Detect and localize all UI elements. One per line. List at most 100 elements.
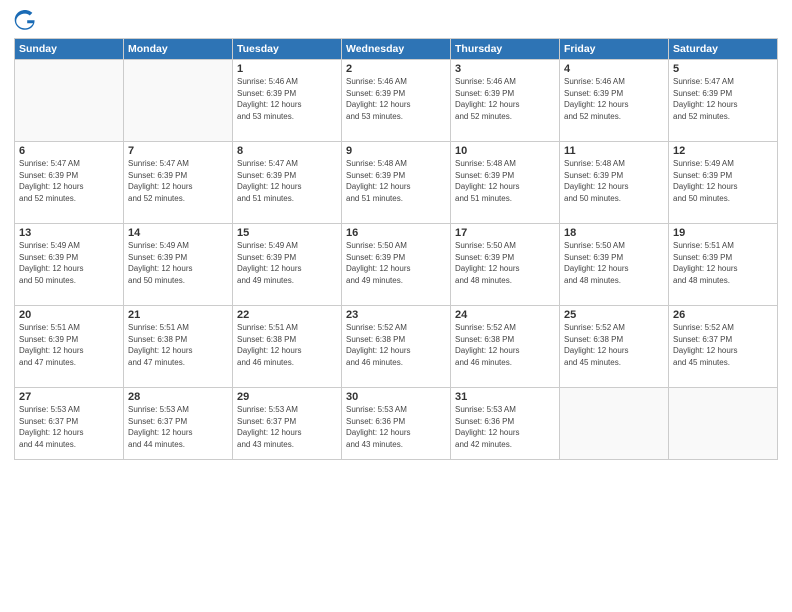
day-info: Sunrise: 5:48 AM Sunset: 6:39 PM Dayligh… xyxy=(564,158,664,204)
calendar-cell: 13Sunrise: 5:49 AM Sunset: 6:39 PM Dayli… xyxy=(15,224,124,306)
calendar-cell: 10Sunrise: 5:48 AM Sunset: 6:39 PM Dayli… xyxy=(451,142,560,224)
calendar-cell xyxy=(124,60,233,142)
calendar-cell: 12Sunrise: 5:49 AM Sunset: 6:39 PM Dayli… xyxy=(669,142,778,224)
day-info: Sunrise: 5:51 AM Sunset: 6:38 PM Dayligh… xyxy=(237,322,337,368)
day-info: Sunrise: 5:47 AM Sunset: 6:39 PM Dayligh… xyxy=(237,158,337,204)
calendar-cell: 19Sunrise: 5:51 AM Sunset: 6:39 PM Dayli… xyxy=(669,224,778,306)
day-info: Sunrise: 5:47 AM Sunset: 6:39 PM Dayligh… xyxy=(19,158,119,204)
week-row-1: 1 Sunrise: 5:46 AM Sunset: 6:39 PM Daylig… xyxy=(15,60,778,142)
day-info: Sunrise: 5:49 AM Sunset: 6:39 PM Dayligh… xyxy=(19,240,119,286)
day-info: Sunrise: 5:49 AM Sunset: 6:39 PM Dayligh… xyxy=(237,240,337,286)
day-number: 13 xyxy=(19,227,119,239)
day-info: Sunrise: 5:52 AM Sunset: 6:38 PM Dayligh… xyxy=(455,322,555,368)
day-info: Sunrise: 5:53 AM Sunset: 6:36 PM Dayligh… xyxy=(346,404,446,450)
calendar: SundayMondayTuesdayWednesdayThursdayFrid… xyxy=(14,38,778,460)
calendar-cell: 28Sunrise: 5:53 AM Sunset: 6:37 PM Dayli… xyxy=(124,388,233,460)
day-info: Sunrise: 5:46 AM Sunset: 6:39 PM Dayligh… xyxy=(346,76,446,122)
calendar-cell: 1Sunrise: 5:46 AM Sunset: 6:39 PM Daylig… xyxy=(233,60,342,142)
day-info: Sunrise: 5:53 AM Sunset: 6:37 PM Dayligh… xyxy=(19,404,119,450)
weekday-header-row: SundayMondayTuesdayWednesdayThursdayFrid… xyxy=(15,39,778,60)
day-info: Sunrise: 5:50 AM Sunset: 6:39 PM Dayligh… xyxy=(564,240,664,286)
day-info: Sunrise: 5:52 AM Sunset: 6:37 PM Dayligh… xyxy=(673,322,773,368)
day-number: 9 xyxy=(346,145,446,157)
calendar-cell: 11Sunrise: 5:48 AM Sunset: 6:39 PM Dayli… xyxy=(560,142,669,224)
day-number: 21 xyxy=(128,309,228,321)
day-number: 3 xyxy=(455,63,555,75)
day-number: 12 xyxy=(673,145,773,157)
calendar-cell: 26Sunrise: 5:52 AM Sunset: 6:37 PM Dayli… xyxy=(669,306,778,388)
weekday-header-friday: Friday xyxy=(560,39,669,60)
day-info: Sunrise: 5:46 AM Sunset: 6:39 PM Dayligh… xyxy=(455,76,555,122)
day-number: 23 xyxy=(346,309,446,321)
day-info: Sunrise: 5:49 AM Sunset: 6:39 PM Dayligh… xyxy=(128,240,228,286)
logo-icon xyxy=(14,10,36,32)
day-info: Sunrise: 5:47 AM Sunset: 6:39 PM Dayligh… xyxy=(673,76,773,122)
calendar-cell xyxy=(669,388,778,460)
calendar-cell: 2Sunrise: 5:46 AM Sunset: 6:39 PM Daylig… xyxy=(342,60,451,142)
day-number: 29 xyxy=(237,391,337,403)
day-number: 8 xyxy=(237,145,337,157)
day-number: 22 xyxy=(237,309,337,321)
weekday-header-saturday: Saturday xyxy=(669,39,778,60)
day-info: Sunrise: 5:52 AM Sunset: 6:38 PM Dayligh… xyxy=(346,322,446,368)
day-number: 17 xyxy=(455,227,555,239)
calendar-cell: 31Sunrise: 5:53 AM Sunset: 6:36 PM Dayli… xyxy=(451,388,560,460)
calendar-cell: 29Sunrise: 5:53 AM Sunset: 6:37 PM Dayli… xyxy=(233,388,342,460)
day-info: Sunrise: 5:49 AM Sunset: 6:39 PM Dayligh… xyxy=(673,158,773,204)
calendar-cell: 6Sunrise: 5:47 AM Sunset: 6:39 PM Daylig… xyxy=(15,142,124,224)
logo xyxy=(14,10,40,32)
weekday-header-tuesday: Tuesday xyxy=(233,39,342,60)
day-number: 11 xyxy=(564,145,664,157)
day-number: 30 xyxy=(346,391,446,403)
calendar-cell: 17Sunrise: 5:50 AM Sunset: 6:39 PM Dayli… xyxy=(451,224,560,306)
calendar-cell: 30Sunrise: 5:53 AM Sunset: 6:36 PM Dayli… xyxy=(342,388,451,460)
calendar-cell xyxy=(560,388,669,460)
day-info: Sunrise: 5:46 AM Sunset: 6:39 PM Dayligh… xyxy=(564,76,664,122)
calendar-cell: 8Sunrise: 5:47 AM Sunset: 6:39 PM Daylig… xyxy=(233,142,342,224)
day-info: Sunrise: 5:48 AM Sunset: 6:39 PM Dayligh… xyxy=(455,158,555,204)
day-info: Sunrise: 5:51 AM Sunset: 6:38 PM Dayligh… xyxy=(128,322,228,368)
calendar-cell: 5Sunrise: 5:47 AM Sunset: 6:39 PM Daylig… xyxy=(669,60,778,142)
calendar-cell xyxy=(15,60,124,142)
day-number: 24 xyxy=(455,309,555,321)
calendar-cell: 24Sunrise: 5:52 AM Sunset: 6:38 PM Dayli… xyxy=(451,306,560,388)
day-number: 31 xyxy=(455,391,555,403)
calendar-cell: 18Sunrise: 5:50 AM Sunset: 6:39 PM Dayli… xyxy=(560,224,669,306)
day-info: Sunrise: 5:51 AM Sunset: 6:39 PM Dayligh… xyxy=(673,240,773,286)
calendar-cell: 7Sunrise: 5:47 AM Sunset: 6:39 PM Daylig… xyxy=(124,142,233,224)
day-number: 16 xyxy=(346,227,446,239)
calendar-cell: 21Sunrise: 5:51 AM Sunset: 6:38 PM Dayli… xyxy=(124,306,233,388)
calendar-cell: 25Sunrise: 5:52 AM Sunset: 6:38 PM Dayli… xyxy=(560,306,669,388)
calendar-cell: 23Sunrise: 5:52 AM Sunset: 6:38 PM Dayli… xyxy=(342,306,451,388)
day-number: 20 xyxy=(19,309,119,321)
week-row-4: 20Sunrise: 5:51 AM Sunset: 6:39 PM Dayli… xyxy=(15,306,778,388)
day-info: Sunrise: 5:50 AM Sunset: 6:39 PM Dayligh… xyxy=(455,240,555,286)
weekday-header-thursday: Thursday xyxy=(451,39,560,60)
day-number: 1 xyxy=(237,63,337,75)
day-number: 2 xyxy=(346,63,446,75)
day-info: Sunrise: 5:52 AM Sunset: 6:38 PM Dayligh… xyxy=(564,322,664,368)
day-number: 18 xyxy=(564,227,664,239)
weekday-header-monday: Monday xyxy=(124,39,233,60)
day-number: 19 xyxy=(673,227,773,239)
calendar-cell: 14Sunrise: 5:49 AM Sunset: 6:39 PM Dayli… xyxy=(124,224,233,306)
day-number: 6 xyxy=(19,145,119,157)
calendar-cell: 3Sunrise: 5:46 AM Sunset: 6:39 PM Daylig… xyxy=(451,60,560,142)
day-info: Sunrise: 5:53 AM Sunset: 6:36 PM Dayligh… xyxy=(455,404,555,450)
week-row-3: 13Sunrise: 5:49 AM Sunset: 6:39 PM Dayli… xyxy=(15,224,778,306)
day-number: 4 xyxy=(564,63,664,75)
week-row-5: 27Sunrise: 5:53 AM Sunset: 6:37 PM Dayli… xyxy=(15,388,778,460)
calendar-cell: 15Sunrise: 5:49 AM Sunset: 6:39 PM Dayli… xyxy=(233,224,342,306)
day-info: Sunrise: 5:53 AM Sunset: 6:37 PM Dayligh… xyxy=(237,404,337,450)
weekday-header-wednesday: Wednesday xyxy=(342,39,451,60)
week-row-2: 6Sunrise: 5:47 AM Sunset: 6:39 PM Daylig… xyxy=(15,142,778,224)
day-info: Sunrise: 5:50 AM Sunset: 6:39 PM Dayligh… xyxy=(346,240,446,286)
day-number: 7 xyxy=(128,145,228,157)
calendar-cell: 22Sunrise: 5:51 AM Sunset: 6:38 PM Dayli… xyxy=(233,306,342,388)
header xyxy=(14,10,778,32)
day-info: Sunrise: 5:47 AM Sunset: 6:39 PM Dayligh… xyxy=(128,158,228,204)
page: SundayMondayTuesdayWednesdayThursdayFrid… xyxy=(0,0,792,612)
day-info: Sunrise: 5:48 AM Sunset: 6:39 PM Dayligh… xyxy=(346,158,446,204)
day-number: 27 xyxy=(19,391,119,403)
calendar-cell: 4Sunrise: 5:46 AM Sunset: 6:39 PM Daylig… xyxy=(560,60,669,142)
